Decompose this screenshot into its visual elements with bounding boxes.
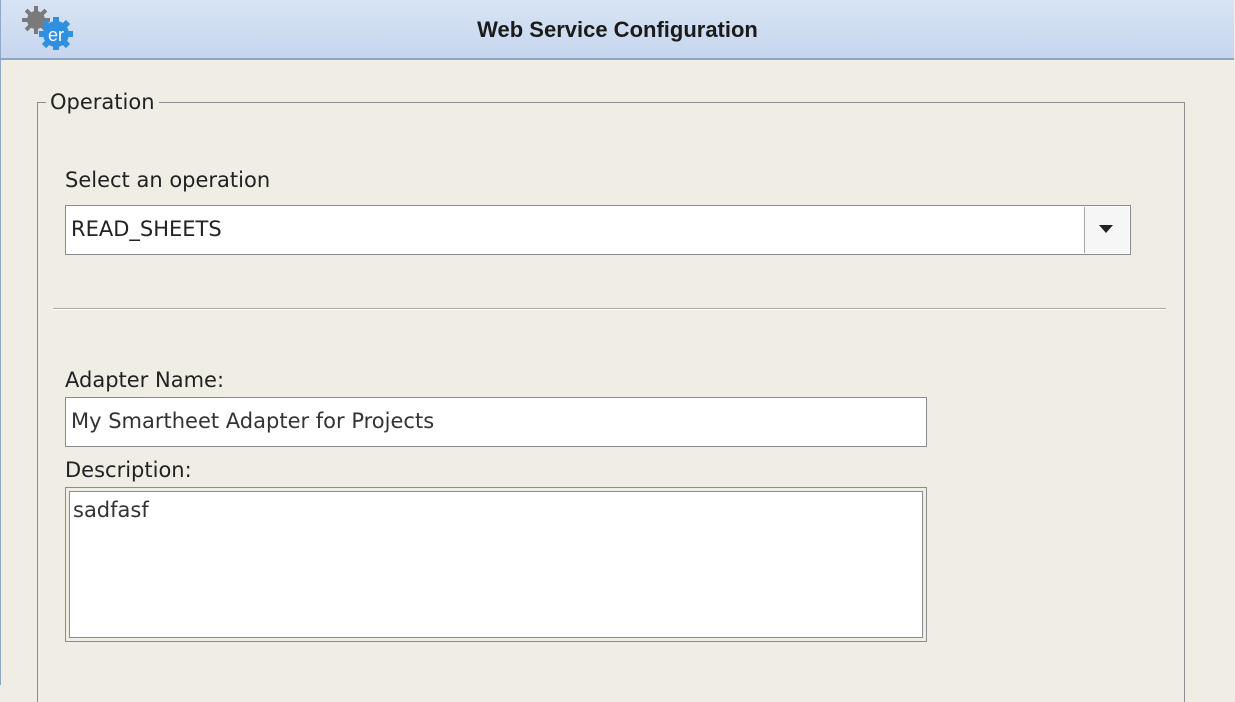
description-value: sadfasf xyxy=(73,498,149,522)
chevron-down-icon xyxy=(1099,225,1113,233)
select-operation-label: Select an operation xyxy=(65,168,271,192)
description-label: Description: xyxy=(65,458,192,482)
operation-select[interactable]: READ_SHEETS xyxy=(65,205,1131,255)
window-title: Web Service Configuration xyxy=(477,17,758,42)
operation-group-label: Operation xyxy=(46,90,159,114)
adapter-name-field[interactable]: My Smartheet Adapter for Projects xyxy=(65,397,927,447)
operation-dropdown-button[interactable] xyxy=(1084,207,1129,253)
adapter-name-value: My Smartheet Adapter for Projects xyxy=(71,409,435,433)
separator xyxy=(53,308,1166,310)
operation-select-value: READ_SHEETS xyxy=(71,217,222,241)
adapter-name-label: Adapter Name: xyxy=(65,368,225,392)
web-service-config-window: er Web Service Configuration Operation S… xyxy=(0,0,1234,702)
content-area: Operation Select an operation READ_SHEET… xyxy=(1,60,1234,702)
description-scroll-pane: sadfasf xyxy=(65,487,927,642)
description-textarea[interactable]: sadfasf xyxy=(69,491,923,638)
title-bar: er Web Service Configuration xyxy=(1,0,1234,60)
